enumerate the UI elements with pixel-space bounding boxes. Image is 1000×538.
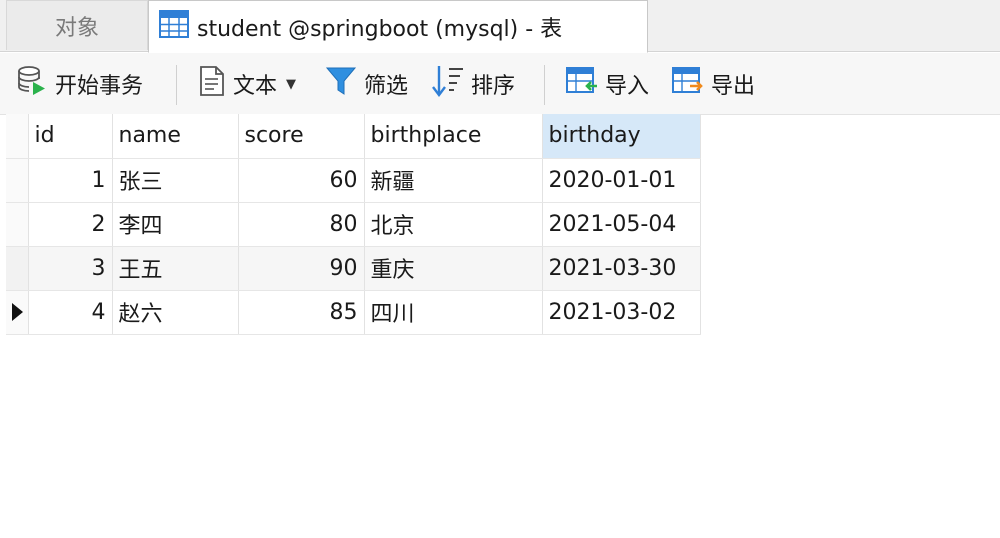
export-button[interactable]: 导出 (672, 53, 755, 115)
cell-id[interactable]: 2 (28, 202, 113, 247)
filter-label: 筛选 (364, 74, 409, 99)
chevron-down-icon[interactable]: ▼ (286, 77, 296, 92)
table-row[interactable]: 2 李四 80 北京 2021-05-04 (6, 202, 701, 247)
cell-birthplace[interactable]: 北京 (364, 202, 543, 247)
column-header-name[interactable]: name (112, 114, 239, 159)
data-grid: id name score birthplace birthday 1 张三 6… (6, 114, 701, 335)
cell-birthday[interactable]: 2021-05-04 (542, 202, 701, 247)
begin-transaction-button[interactable]: 开始事务 (16, 53, 143, 115)
cell-name[interactable]: 张三 (112, 158, 239, 203)
cell-birthplace[interactable]: 新疆 (364, 158, 543, 203)
sort-label: 排序 (471, 74, 516, 99)
document-icon (198, 65, 226, 103)
cell-id[interactable]: 4 (28, 290, 113, 335)
tab-objects-label: 对象 (54, 15, 99, 41)
filter-button[interactable]: 筛选 (325, 53, 408, 115)
row-indicator-header (6, 114, 29, 159)
row-indicator[interactable] (6, 246, 29, 291)
sort-icon (432, 64, 464, 104)
cell-name[interactable]: 赵六 (112, 290, 239, 335)
cell-id[interactable]: 1 (28, 158, 113, 203)
cell-id[interactable]: 3 (28, 246, 113, 291)
table-row[interactable]: 4 赵六 85 四川 2021-03-02 (6, 290, 701, 335)
cell-birthday[interactable]: 2020-01-01 (542, 158, 701, 203)
tab-student-table[interactable]: student @springboot (mysql) - 表 (148, 0, 648, 53)
table-import-icon (566, 65, 598, 103)
column-header-id[interactable]: id (28, 114, 113, 159)
tab-student-table-label: student @springboot (mysql) - 表 (197, 16, 563, 42)
table-icon (159, 9, 189, 44)
begin-transaction-label: 开始事务 (55, 74, 144, 99)
text-view-button[interactable]: 文本 ▼ (198, 53, 296, 115)
import-label: 导入 (605, 74, 650, 99)
column-header-birthday[interactable]: birthday (542, 114, 701, 159)
column-header-birthplace[interactable]: birthplace (364, 114, 543, 159)
cell-name[interactable]: 王五 (112, 246, 239, 291)
funnel-icon (325, 65, 357, 103)
sort-button[interactable]: 排序 (432, 53, 515, 115)
table-row[interactable]: 1 张三 60 新疆 2020-01-01 (6, 158, 701, 203)
export-label: 导出 (711, 74, 756, 99)
cell-birthplace[interactable]: 重庆 (364, 246, 543, 291)
cell-birthplace[interactable]: 四川 (364, 290, 543, 335)
row-indicator[interactable] (6, 290, 29, 335)
import-button[interactable]: 导入 (566, 53, 649, 115)
toolbar-divider (544, 65, 545, 105)
row-indicator[interactable] (6, 158, 29, 203)
cell-score[interactable]: 85 (238, 290, 365, 335)
cell-score[interactable]: 60 (238, 158, 365, 203)
cell-score[interactable]: 80 (238, 202, 365, 247)
table-export-icon (672, 65, 704, 103)
row-indicator[interactable] (6, 202, 29, 247)
cell-birthday[interactable]: 2021-03-30 (542, 246, 701, 291)
tab-objects[interactable]: 对象 (6, 0, 148, 50)
toolbar: 开始事务 文本 ▼ 筛选 排序 导入 导出 (0, 53, 1000, 115)
text-view-label: 文本 (233, 74, 278, 99)
cell-name[interactable]: 李四 (112, 202, 239, 247)
header-row: id name score birthplace birthday (6, 114, 701, 159)
current-row-pointer-icon (12, 303, 23, 321)
database-transaction-icon (16, 65, 48, 103)
toolbar-divider (176, 65, 177, 105)
cell-score[interactable]: 90 (238, 246, 365, 291)
column-header-score[interactable]: score (238, 114, 365, 159)
table-row[interactable]: 3 王五 90 重庆 2021-03-30 (6, 246, 701, 291)
cell-birthday[interactable]: 2021-03-02 (542, 290, 701, 335)
tab-bar: 对象 student @springboot (mysql) - 表 (0, 0, 1000, 53)
